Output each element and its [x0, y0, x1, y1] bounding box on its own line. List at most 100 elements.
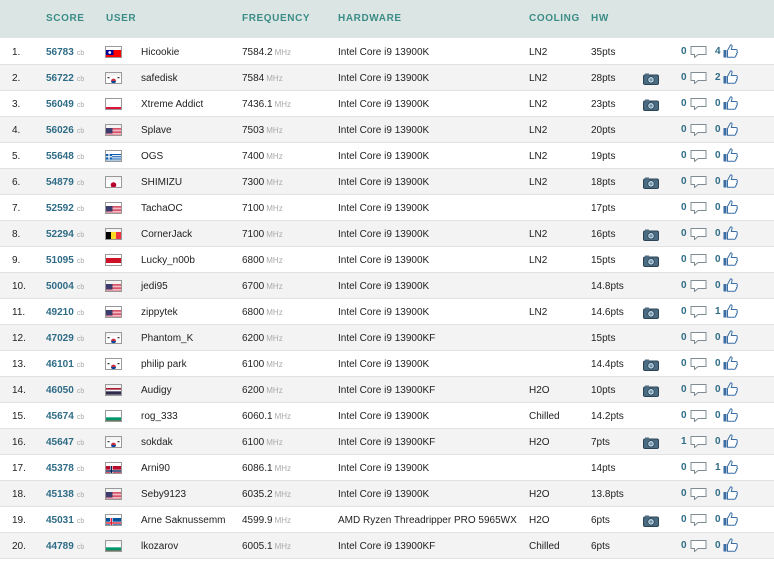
score-link[interactable]: 56049 cb	[46, 99, 84, 112]
hardware-link[interactable]: Intel Core i9 13900KF	[338, 437, 435, 449]
score-link[interactable]: 44789 cb	[46, 541, 84, 554]
user-link[interactable]: CornerJack	[141, 229, 192, 241]
table-row[interactable]: 8. 52294 cb CornerJack 7100 MHz Intel Core i9 …	[0, 221, 774, 247]
score-value[interactable]: 56049	[46, 99, 74, 110]
user-link[interactable]: sokdak	[141, 437, 173, 449]
thumbs-up-icon[interactable]	[723, 512, 738, 526]
hardware-link[interactable]: Intel Core i9 13900K	[338, 307, 429, 319]
thumbs-up-icon[interactable]	[723, 252, 738, 266]
user-link[interactable]: Seby9123	[141, 489, 186, 501]
thumbs-up-icon[interactable]	[723, 330, 738, 344]
thumbs-up-icon[interactable]	[723, 174, 738, 188]
hardware-link[interactable]: Intel Core i9 13900K	[338, 177, 429, 189]
hardware-link[interactable]: Intel Core i9 13900K	[338, 463, 429, 475]
score-value[interactable]: 45647	[46, 437, 74, 448]
header-hw[interactable]: HW	[591, 13, 609, 24]
thumbs-up-icon[interactable]	[723, 226, 738, 240]
score-value[interactable]: 52294	[46, 229, 74, 240]
hardware-link[interactable]: Intel Core i9 13900K	[338, 73, 429, 85]
score-link[interactable]: 46101 cb	[46, 359, 84, 372]
user-link[interactable]: Xtreme Addict	[141, 99, 203, 111]
score-value[interactable]: 45031	[46, 515, 74, 526]
header-hardware[interactable]: HARDWARE	[338, 13, 402, 24]
hardware-link[interactable]: Intel Core i9 13900KF	[338, 333, 435, 345]
score-value[interactable]: 56722	[46, 73, 74, 84]
score-link[interactable]: 45647 cb	[46, 437, 84, 450]
comment-bubble-icon[interactable]	[690, 435, 707, 449]
score-link[interactable]: 51095 cb	[46, 255, 84, 268]
user-link[interactable]: rog_333	[141, 411, 178, 423]
user-link[interactable]: Lucky_n00b	[141, 255, 195, 267]
hardware-link[interactable]: Intel Core i9 13900K	[338, 411, 429, 423]
user-link[interactable]: Phantom_K	[141, 333, 193, 345]
score-value[interactable]: 44789	[46, 541, 74, 552]
comment-bubble-icon[interactable]	[690, 539, 707, 553]
comment-bubble-icon[interactable]	[690, 409, 707, 423]
score-value[interactable]: 47029	[46, 333, 74, 344]
comment-bubble-icon[interactable]	[690, 227, 707, 241]
table-row[interactable]: 3. 56049 cb Xtreme Addict 7436.1 MHz Intel Cor…	[0, 91, 774, 117]
score-link[interactable]: 52592 cb	[46, 203, 84, 216]
user-link[interactable]: safedisk	[141, 73, 178, 85]
score-link[interactable]: 56026 cb	[46, 125, 84, 138]
score-link[interactable]: 45378 cb	[46, 463, 84, 476]
score-link[interactable]: 56783 cb	[46, 47, 84, 60]
score-value[interactable]: 55648	[46, 151, 74, 162]
table-row[interactable]: 1. 56783 cb Hicookie 7584.2 MHz Intel Core i9 …	[0, 39, 774, 65]
comment-bubble-icon[interactable]	[690, 201, 707, 215]
thumbs-up-icon[interactable]	[723, 122, 738, 136]
comment-bubble-icon[interactable]	[690, 253, 707, 267]
score-link[interactable]: 49210 cb	[46, 307, 84, 320]
score-link[interactable]: 55648 cb	[46, 151, 84, 164]
score-value[interactable]: 49210	[46, 307, 74, 318]
camera-icon[interactable]	[643, 358, 659, 371]
camera-icon[interactable]	[643, 228, 659, 241]
table-row[interactable]: 9. 51095 cb Lucky_n00b 6800 MHz Intel Core i9 …	[0, 247, 774, 273]
hardware-link[interactable]: Intel Core i9 13900K	[338, 151, 429, 163]
hardware-link[interactable]: Intel Core i9 13900K	[338, 359, 429, 371]
score-value[interactable]: 54879	[46, 177, 74, 188]
table-row[interactable]: 16. 45647 cb sokdak 6100 MHz Intel Core i9 139…	[0, 429, 774, 455]
header-cooling[interactable]: COOLING	[529, 13, 580, 24]
camera-icon[interactable]	[643, 384, 659, 397]
hardware-link[interactable]: Intel Core i9 13900K	[338, 99, 429, 111]
user-link[interactable]: philip park	[141, 359, 187, 371]
comment-bubble-icon[interactable]	[690, 461, 707, 475]
score-link[interactable]: 45031 cb	[46, 515, 84, 528]
table-row[interactable]: 11. 49210 cb zippytek 6800 MHz Intel Core i9 1…	[0, 299, 774, 325]
table-row[interactable]: 4. 56026 cb Splave 7503 MHz Intel Core i9 1390…	[0, 117, 774, 143]
table-row[interactable]: 17. 45378 cb Arni90 6086.1 MHz Intel Core i9 1…	[0, 455, 774, 481]
thumbs-up-icon[interactable]	[723, 304, 738, 318]
table-row[interactable]: 18. 45138 cb Seby9123 6035.2 MHz Intel Core i9…	[0, 481, 774, 507]
table-row[interactable]: 6. 54879 cb SHIMIZU 7300 MHz Intel Core i9 139…	[0, 169, 774, 195]
table-row[interactable]: 14. 46050 cb Audigy 6200 MHz Intel Core i9 139…	[0, 377, 774, 403]
hardware-link[interactable]: Intel Core i9 13900K	[338, 203, 429, 215]
score-value[interactable]: 50004	[46, 281, 74, 292]
score-link[interactable]: 56722 cb	[46, 73, 84, 86]
thumbs-up-icon[interactable]	[723, 200, 738, 214]
comment-bubble-icon[interactable]	[690, 123, 707, 137]
table-row[interactable]: 20. 44789 cb lkozarov 6005.1 MHz Intel Core i9…	[0, 533, 774, 559]
thumbs-up-icon[interactable]	[723, 486, 738, 500]
thumbs-up-icon[interactable]	[723, 96, 738, 110]
hardware-link[interactable]: Intel Core i9 13900K	[338, 125, 429, 137]
score-link[interactable]: 50004 cb	[46, 281, 84, 294]
camera-icon[interactable]	[643, 306, 659, 319]
thumbs-up-icon[interactable]	[723, 356, 738, 370]
user-link[interactable]: Hicookie	[141, 47, 179, 59]
table-row[interactable]: 5. 55648 cb OGS 7400 MHz Intel Core i9 13900K L…	[0, 143, 774, 169]
comment-bubble-icon[interactable]	[690, 487, 707, 501]
user-link[interactable]: Arne Saknussemm	[141, 515, 225, 527]
comment-bubble-icon[interactable]	[690, 175, 707, 189]
comment-bubble-icon[interactable]	[690, 45, 707, 59]
score-link[interactable]: 45674 cb	[46, 411, 84, 424]
hardware-link[interactable]: Intel Core i9 13900K	[338, 47, 429, 59]
score-value[interactable]: 45138	[46, 489, 74, 500]
score-value[interactable]: 45378	[46, 463, 74, 474]
comment-bubble-icon[interactable]	[690, 331, 707, 345]
user-link[interactable]: Arni90	[141, 463, 170, 475]
score-value[interactable]: 46101	[46, 359, 74, 370]
thumbs-up-icon[interactable]	[723, 278, 738, 292]
score-value[interactable]: 45674	[46, 411, 74, 422]
comment-bubble-icon[interactable]	[690, 383, 707, 397]
